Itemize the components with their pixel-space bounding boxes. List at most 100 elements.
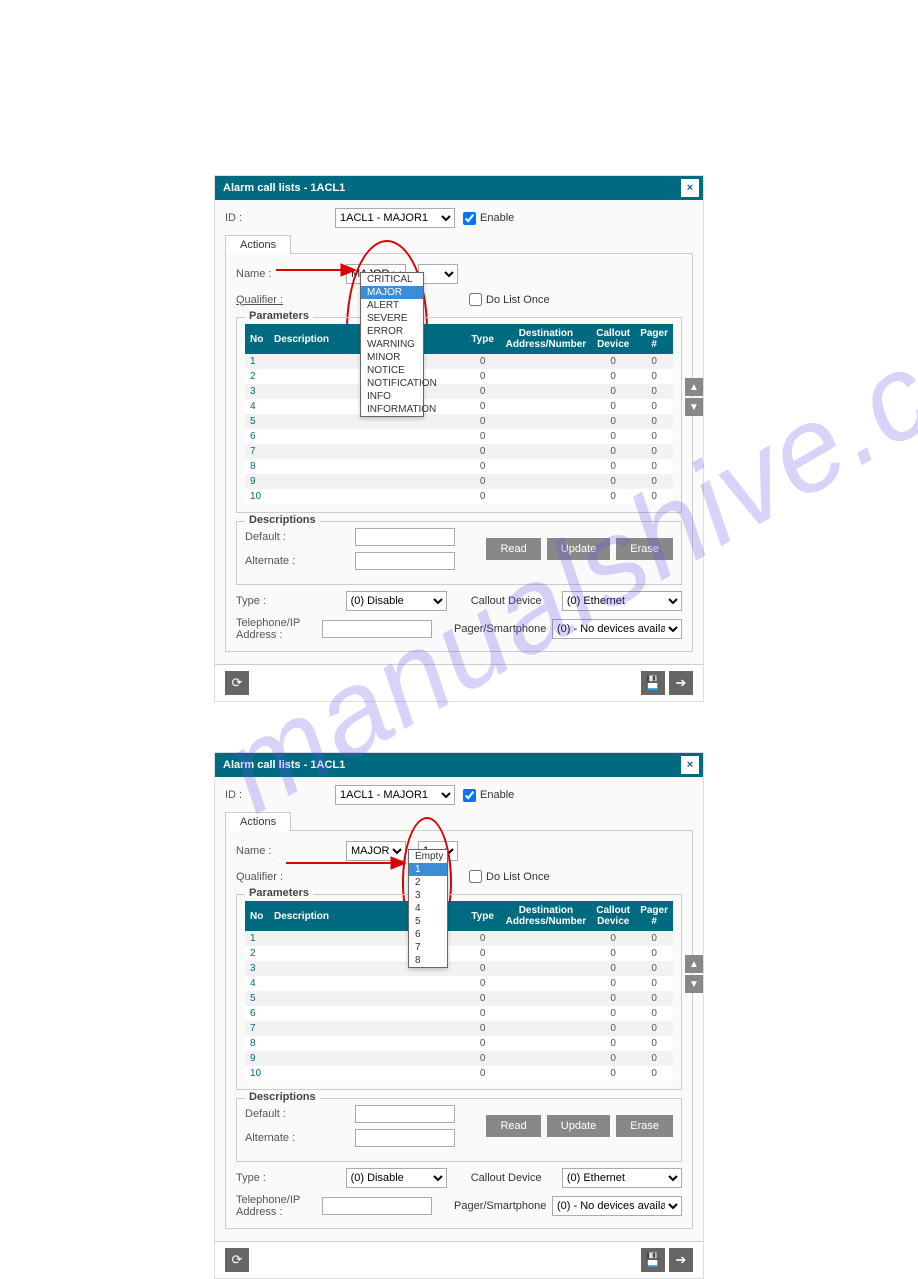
table-row[interactable]: 10000: [245, 1066, 673, 1081]
save-icon[interactable]: 💾: [641, 1248, 665, 1272]
id-select[interactable]: 1ACL1 - MAJOR1: [335, 785, 455, 805]
type-select[interactable]: (0) Disable: [346, 1168, 448, 1188]
table-row[interactable]: 6000: [245, 1006, 673, 1021]
opt-info[interactable]: INFO: [361, 390, 423, 403]
qualifier-select-small[interactable]: [418, 264, 458, 284]
update-button[interactable]: Update: [547, 538, 610, 560]
opt-error[interactable]: ERROR: [361, 325, 423, 338]
tab-actions[interactable]: Actions: [225, 812, 291, 831]
col-pager: Pager #: [635, 324, 673, 354]
default-input[interactable]: [355, 1105, 455, 1123]
name-dropdown-open[interactable]: CRITICAL MAJOR ALERT SEVERE ERROR WARNIN…: [360, 272, 424, 417]
scroll-down-icon[interactable]: ▼: [685, 975, 703, 993]
descriptions-legend: Descriptions: [245, 514, 320, 526]
alarm-panel-2: Alarm call lists - 1ACL1 × ID : 1ACL1 - …: [214, 752, 704, 1279]
parameters-legend: Parameters: [245, 310, 313, 322]
table-row[interactable]: 8000: [245, 459, 673, 474]
table-row[interactable]: 9000: [245, 474, 673, 489]
opt-major[interactable]: MAJOR: [361, 286, 423, 299]
read-button[interactable]: Read: [486, 1115, 540, 1137]
refresh-icon[interactable]: ⟳: [225, 1248, 249, 1272]
table-row[interactable]: 9000: [245, 1051, 673, 1066]
table-row[interactable]: 1000: [245, 354, 673, 369]
exit-icon[interactable]: ➔: [669, 671, 693, 695]
erase-button[interactable]: Erase: [616, 538, 673, 560]
opt-critical[interactable]: CRITICAL: [361, 273, 423, 286]
opt-6[interactable]: 6: [409, 928, 447, 941]
alternate-input[interactable]: [355, 552, 455, 570]
table-row[interactable]: 10000: [245, 489, 673, 504]
opt-3[interactable]: 3: [409, 889, 447, 902]
col-type: Type: [465, 324, 501, 354]
do-list-once-checkbox[interactable]: [469, 293, 482, 306]
alternate-input[interactable]: [355, 1129, 455, 1147]
table-row[interactable]: 7000: [245, 444, 673, 459]
callout-device-select[interactable]: (0) Ethernet: [562, 591, 682, 611]
opt-5[interactable]: 5: [409, 915, 447, 928]
default-input[interactable]: [355, 528, 455, 546]
read-button[interactable]: Read: [486, 538, 540, 560]
table-row[interactable]: 5000: [245, 414, 673, 429]
opt-warning[interactable]: WARNING: [361, 338, 423, 351]
col-callout: Callout Device: [591, 324, 635, 354]
table-row[interactable]: 2000: [245, 369, 673, 384]
tab-actions[interactable]: Actions: [225, 235, 291, 254]
opt-2[interactable]: 2: [409, 876, 447, 889]
update-button[interactable]: Update: [547, 1115, 610, 1137]
telephone-label: Telephone/IP Address :: [236, 617, 314, 641]
panel-titlebar: Alarm call lists - 1ACL1 ×: [215, 753, 703, 777]
col-dest: Destination Address/Number: [501, 901, 592, 931]
table-row[interactable]: 2000: [245, 946, 673, 961]
type-label: Type :: [236, 595, 338, 607]
table-row[interactable]: 4000: [245, 399, 673, 414]
callout-device-select[interactable]: (0) Ethernet: [562, 1168, 682, 1188]
opt-notification[interactable]: NOTIFICATION: [361, 377, 423, 390]
table-row[interactable]: 7000: [245, 1021, 673, 1036]
table-row[interactable]: 8000: [245, 1036, 673, 1051]
do-list-once-checkbox[interactable]: [469, 870, 482, 883]
opt-empty[interactable]: Empty: [409, 850, 447, 863]
exit-icon[interactable]: ➔: [669, 1248, 693, 1272]
scroll-up-icon[interactable]: ▲: [685, 955, 703, 973]
type-select[interactable]: (0) Disable: [346, 591, 448, 611]
scroll-up-icon[interactable]: ▲: [685, 378, 703, 396]
table-row[interactable]: 4000: [245, 976, 673, 991]
table-row[interactable]: 5000: [245, 991, 673, 1006]
close-icon[interactable]: ×: [681, 756, 699, 774]
panel-title: Alarm call lists - 1ACL1: [223, 182, 345, 194]
default-label: Default :: [245, 531, 355, 543]
telephone-input[interactable]: [322, 620, 432, 638]
enable-checkbox[interactable]: [463, 789, 476, 802]
opt-severe[interactable]: SEVERE: [361, 312, 423, 325]
close-icon[interactable]: ×: [681, 179, 699, 197]
opt-information[interactable]: INFORMATION: [361, 403, 423, 416]
opt-1[interactable]: 1: [409, 863, 447, 876]
qualifier-dropdown-open[interactable]: Empty 1 2 3 4 5 6 7 8: [408, 849, 448, 968]
pager-smartphone-label: Pager/Smartphone: [454, 1200, 544, 1212]
id-select[interactable]: 1ACL1 - MAJOR1: [335, 208, 455, 228]
pager-smartphone-select[interactable]: (0) - No devices available: [552, 1196, 682, 1216]
name-select[interactable]: MAJOR: [346, 841, 406, 861]
table-row[interactable]: 3000: [245, 961, 673, 976]
table-row[interactable]: 6000: [245, 429, 673, 444]
id-label: ID :: [225, 212, 335, 224]
name-label: Name :: [236, 845, 346, 857]
opt-7[interactable]: 7: [409, 941, 447, 954]
opt-alert[interactable]: ALERT: [361, 299, 423, 312]
scroll-down-icon[interactable]: ▼: [685, 398, 703, 416]
opt-8[interactable]: 8: [409, 954, 447, 967]
table-row[interactable]: 3000: [245, 384, 673, 399]
enable-checkbox[interactable]: [463, 212, 476, 225]
opt-4[interactable]: 4: [409, 902, 447, 915]
save-icon[interactable]: 💾: [641, 671, 665, 695]
opt-minor[interactable]: MINOR: [361, 351, 423, 364]
do-list-once-label: Do List Once: [486, 294, 550, 306]
telephone-input[interactable]: [322, 1197, 432, 1215]
opt-notice[interactable]: NOTICE: [361, 364, 423, 377]
col-pager: Pager #: [635, 901, 673, 931]
table-row[interactable]: 1000: [245, 931, 673, 946]
refresh-icon[interactable]: ⟳: [225, 671, 249, 695]
pager-smartphone-select[interactable]: (0) - No devices available: [552, 619, 682, 639]
erase-button[interactable]: Erase: [616, 1115, 673, 1137]
col-callout: Callout Device: [591, 901, 635, 931]
